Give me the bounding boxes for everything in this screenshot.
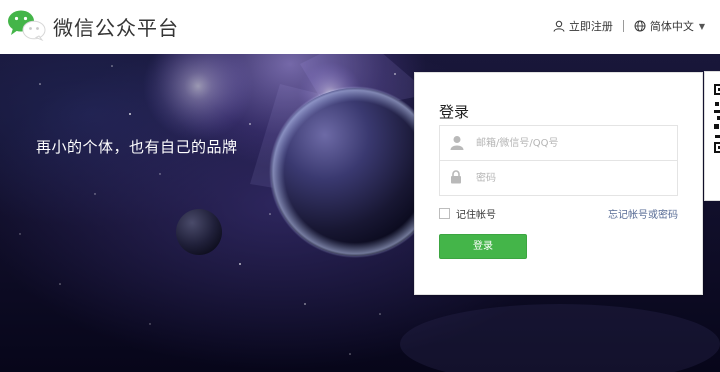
- person-icon: [450, 136, 464, 150]
- login-title: 登录: [439, 103, 470, 121]
- brand-slogan: 再小的个体，也有自己的品牌: [36, 138, 238, 156]
- login-panel: 登录 记住帐号 忘记帐号或密码 登录: [414, 72, 703, 295]
- login-button[interactable]: 登录: [439, 234, 527, 259]
- register-label: 立即注册: [568, 20, 613, 33]
- chevron-down-icon: ▼: [698, 21, 705, 31]
- language-label: 简体中文: [649, 20, 694, 33]
- wechat-logo-icon[interactable]: [7, 9, 47, 41]
- qr-code-icon: [714, 84, 720, 153]
- user-icon: [553, 20, 565, 32]
- platform-title[interactable]: 微信公众平台: [53, 12, 179, 41]
- remember-label: 记住帐号: [456, 210, 496, 221]
- language-selector[interactable]: 简体中文 ▼: [634, 18, 705, 34]
- header-divider: [622, 20, 624, 32]
- account-input[interactable]: [476, 126, 671, 160]
- remember-account[interactable]: 记住帐号: [439, 206, 496, 221]
- qr-code-panel[interactable]: [704, 71, 720, 201]
- forgot-password-link[interactable]: 忘记帐号或密码: [608, 206, 678, 221]
- header-actions: 立即注册 简体中文 ▼: [553, 18, 705, 34]
- remember-checkbox[interactable]: [439, 208, 450, 219]
- lock-icon: [451, 170, 461, 184]
- account-field[interactable]: [439, 125, 678, 161]
- password-field[interactable]: [439, 160, 678, 196]
- globe-icon: [634, 20, 646, 32]
- register-link[interactable]: 立即注册: [553, 18, 613, 34]
- password-input[interactable]: [476, 161, 671, 195]
- top-header: 微信公众平台 立即注册 简体中文 ▼: [0, 0, 720, 54]
